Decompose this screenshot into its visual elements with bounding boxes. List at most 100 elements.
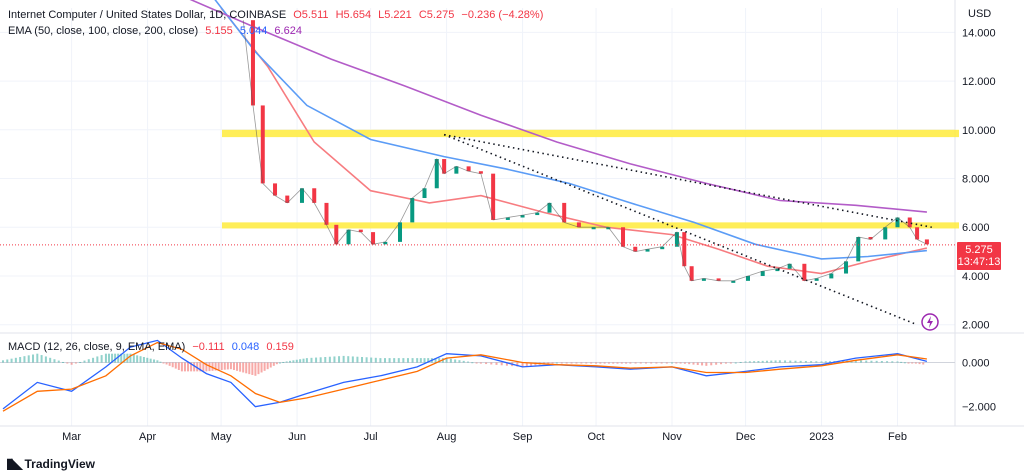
macd-histogram-bar <box>799 360 802 363</box>
macd-histogram-bar <box>585 362 588 364</box>
macd-histogram-bar <box>49 357 52 363</box>
macd-histogram-bar <box>379 358 382 363</box>
price-candle <box>621 227 626 247</box>
brand-name: TradingView <box>24 456 95 471</box>
time-tick-label: Mar <box>62 431 81 443</box>
macd-histogram-bar <box>374 357 377 363</box>
macd-histogram-bar <box>705 362 708 366</box>
macd-histogram-bar <box>171 362 174 368</box>
macd-histogram-bar <box>83 360 86 363</box>
macd-histogram-bar <box>156 360 159 363</box>
price-candle <box>844 261 849 274</box>
macd-histogram-bar <box>159 361 162 363</box>
symbol-title: Internet Computer / United States Dollar… <box>8 9 287 21</box>
macd-histogram-bar <box>454 359 457 363</box>
macd-histogram-bar <box>603 362 606 364</box>
macd-histogram-bar <box>620 362 623 364</box>
macd-histogram-bar <box>324 357 327 363</box>
price-chart[interactable]: Mar Apr May Jun Jul Aug Sep Oct Nov Dec 2023 Feb 14.… <box>0 0 1024 476</box>
macd-histogram-bar <box>462 360 465 363</box>
macd-histogram-bar <box>824 361 827 363</box>
macd-histogram-bar <box>739 361 742 363</box>
ohlc-close: C5.275 <box>418 9 455 21</box>
macd-histogram-bar <box>551 362 554 364</box>
ohlc-change: −0.236 (−4.28%) <box>461 9 544 21</box>
macd-histogram-bar <box>104 353 107 363</box>
ohlc-high: H5.654 <box>335 9 372 21</box>
macd-histogram-bar <box>146 357 149 363</box>
macd-histogram-bar <box>734 362 737 364</box>
macd-histogram-bar <box>342 355 345 363</box>
macd-histogram-bar <box>778 360 781 363</box>
macd-histogram-bar <box>269 362 272 368</box>
macd-histogram-bar <box>23 356 26 363</box>
tradingview-logo[interactable]: ▮◣ TradingView <box>6 455 95 472</box>
macd-histogram-bar <box>251 362 254 375</box>
macd-histogram-bar <box>595 362 598 364</box>
macd-histogram-bar <box>416 358 419 363</box>
macd-histogram-bar <box>696 362 699 366</box>
signal-value: 0.159 <box>266 341 294 353</box>
macd-histogram-bar <box>860 360 863 363</box>
trend-line <box>443 133 918 326</box>
macd-histogram-bar <box>299 359 302 363</box>
trend-line <box>443 133 932 229</box>
macd-histogram-bar <box>688 362 691 365</box>
macd-histogram-bar <box>107 353 110 363</box>
macd-histogram-bar <box>580 362 583 364</box>
macd-histogram-bar <box>232 362 235 370</box>
macd-histogram-bar <box>710 362 713 366</box>
macd-histogram-bar <box>607 362 610 364</box>
macd-histogram-bar <box>804 361 807 363</box>
macd-histogram-bar <box>402 358 405 363</box>
macd-histogram-bar <box>490 362 493 365</box>
macd-histogram-bar <box>292 360 295 363</box>
price-tick-label: 10.000 <box>962 125 996 137</box>
macd-histogram-bar <box>753 361 756 363</box>
macd-histogram-bar <box>149 358 152 363</box>
macd-histogram-bar <box>139 356 142 363</box>
horizontal-zone <box>222 129 959 138</box>
macd-histogram-bar <box>295 359 298 363</box>
macd-histogram-bar <box>744 361 747 363</box>
macd-histogram-bar <box>789 360 792 363</box>
macd-histogram-bar <box>242 362 245 373</box>
macd-histogram-bar <box>870 360 873 363</box>
macd-histogram-bar <box>27 355 30 363</box>
macd-histogram-bar <box>692 362 695 365</box>
macd-histogram-bar <box>612 362 615 364</box>
macd-histogram-bar <box>655 362 658 364</box>
macd-histogram-bar <box>625 362 628 364</box>
time-tick-label: Jun <box>288 431 306 443</box>
macd-histogram-bar <box>875 360 878 363</box>
price-candle <box>398 222 403 242</box>
macd-histogram-bar <box>683 362 686 364</box>
macd-histogram-bar <box>275 362 278 365</box>
macd-histogram-bar <box>616 362 619 364</box>
macd-histogram-bar <box>174 362 177 369</box>
macd-histogram-bar <box>319 357 322 363</box>
macd-histogram-bar <box>66 362 69 364</box>
price-tick-label: 6.000 <box>962 222 990 234</box>
macd-histogram-bar <box>388 358 391 363</box>
macd-histogram-bar <box>32 354 35 363</box>
macd-histogram-bar <box>560 362 563 364</box>
macd-histogram-bar <box>257 362 260 375</box>
symbol-legend: Internet Computer / United States Dollar… <box>8 8 547 22</box>
macd-histogram-bar <box>423 358 426 363</box>
last-price-value: 5.275 <box>965 244 993 256</box>
macd-histogram-bar <box>900 361 903 363</box>
macd-legend[interactable]: MACD (12, 26, close, 9, EMA, EMA) −0.111… <box>8 340 298 354</box>
macd-histogram-bar <box>671 362 674 364</box>
macd-histogram-bar <box>356 356 359 363</box>
macd-histogram-bar <box>92 357 95 363</box>
macd-histogram-bar <box>911 362 914 364</box>
macd-histogram-bar <box>305 358 308 363</box>
macd-histogram-bar <box>479 362 482 364</box>
ema-legend[interactable]: EMA (50, close, 100, close, 200, close) … <box>8 24 306 38</box>
ema100-value: 5.044 <box>239 25 268 37</box>
macd-histogram-bar <box>87 359 90 363</box>
ema50-value: 5.155 <box>205 25 233 37</box>
macd-histogram-bar <box>260 362 263 373</box>
macd-histogram-bar <box>177 362 180 370</box>
